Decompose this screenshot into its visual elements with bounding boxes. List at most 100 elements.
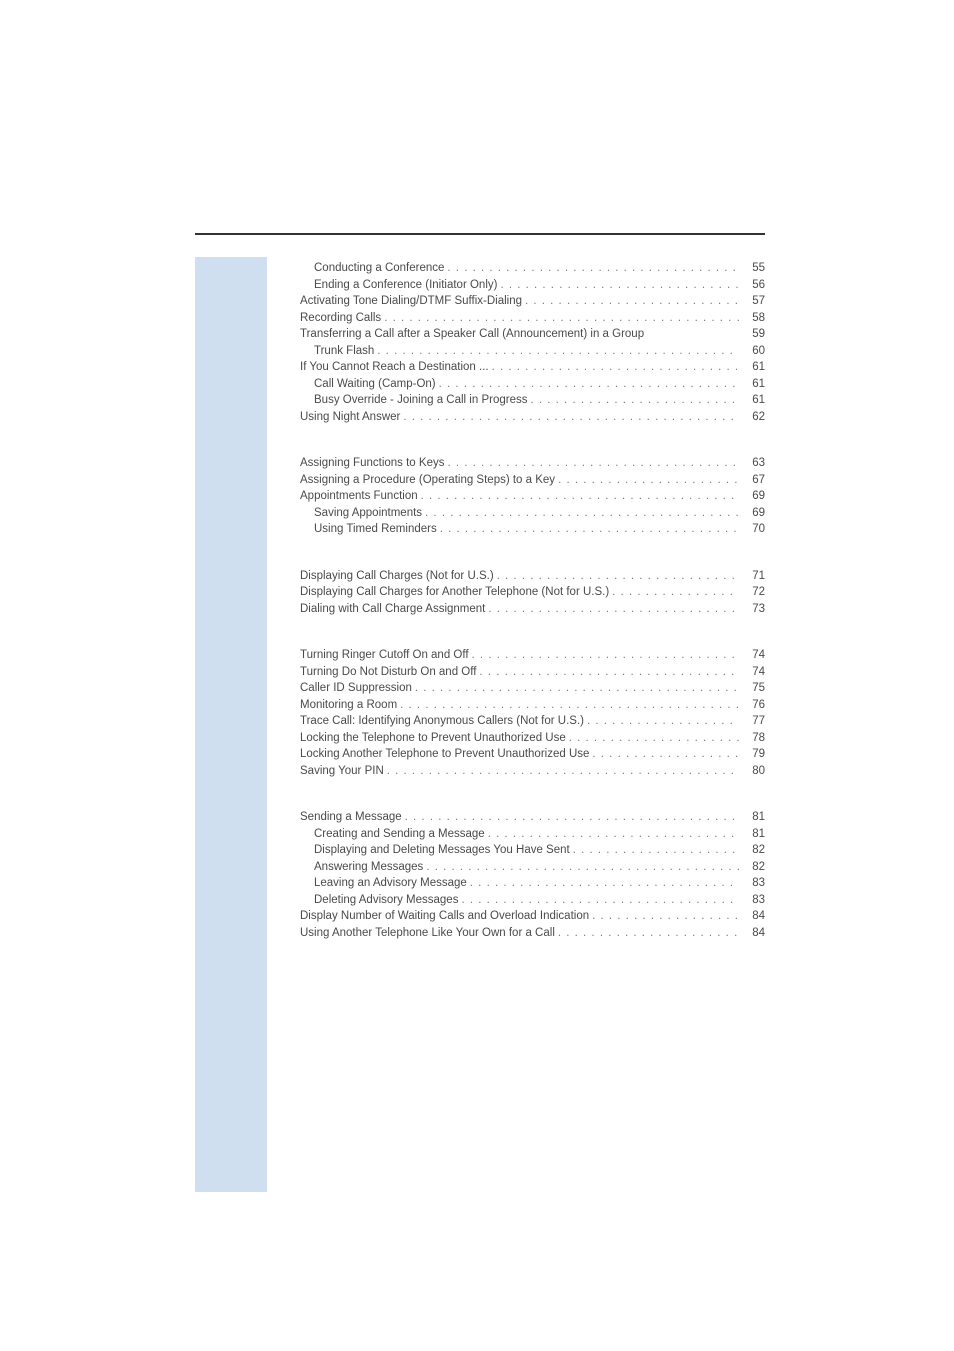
- toc-page-number: 78: [739, 730, 765, 747]
- toc-leader: . . . . . . . . . . . . . . . . . . . . …: [381, 310, 739, 327]
- toc-row[interactable]: Monitoring a Room. . . . . . . . . . . .…: [300, 697, 765, 714]
- toc-row[interactable]: Using Another Telephone Like Your Own fo…: [300, 925, 765, 942]
- toc-label: If You Cannot Reach a Destination ...: [300, 359, 489, 376]
- toc-leader: . . . . . . . . . . . . . . . . . . . . …: [444, 455, 739, 472]
- toc-row[interactable]: Assigning a Procedure (Operating Steps) …: [300, 472, 765, 489]
- header-rule: [195, 233, 765, 235]
- toc-label: Displaying Call Charges (Not for U.S.): [300, 568, 494, 585]
- toc-leader: . . . . . . . . . . . . . . . . . . . . …: [555, 925, 739, 942]
- toc-row[interactable]: Trunk Flash. . . . . . . . . . . . . . .…: [314, 343, 765, 360]
- toc-row[interactable]: Using Timed Reminders. . . . . . . . . .…: [314, 521, 765, 538]
- toc-leader: . . . . . . . . . . . . . . . . . . . . …: [402, 809, 739, 826]
- toc-leader: . . . . . . . . . . . . . . . . . . . . …: [589, 746, 739, 763]
- toc-row[interactable]: Caller ID Suppression. . . . . . . . . .…: [300, 680, 765, 697]
- toc-row[interactable]: Activating Tone Dialing/DTMF Suffix-Dial…: [300, 293, 765, 310]
- toc-leader: . . . . . . . . . . . . . . . . . . . . …: [522, 293, 739, 310]
- toc-leader: . . . . . . . . . . . . . . . . . . . . …: [527, 392, 739, 409]
- toc-leader: . . . . . . . . . . . . . . . . . . . . …: [423, 859, 739, 876]
- toc-row[interactable]: Transferring a Call after a Speaker Call…: [300, 326, 765, 343]
- toc-row[interactable]: Locking the Telephone to Prevent Unautho…: [300, 730, 765, 747]
- toc-label: Appointments Function: [300, 488, 418, 505]
- toc-label: Assigning a Procedure (Operating Steps) …: [300, 472, 555, 489]
- toc-label: Deleting Advisory Messages: [314, 892, 458, 909]
- toc-row[interactable]: Conducting a Conference. . . . . . . . .…: [314, 260, 765, 277]
- toc-leader: . . . . . . . . . . . . . . . . . . . . …: [485, 826, 739, 843]
- toc-section: Turning Ringer Cutoff On and Off. . . . …: [300, 647, 765, 779]
- toc-row[interactable]: Creating and Sending a Message. . . . . …: [314, 826, 765, 843]
- toc-row[interactable]: Turning Ringer Cutoff On and Off. . . . …: [300, 647, 765, 664]
- toc-content: Conducting a Conference. . . . . . . . .…: [300, 260, 765, 971]
- toc-page-number: 60: [739, 343, 765, 360]
- toc-page-number: 84: [739, 908, 765, 925]
- toc-leader: . . . . . . . . . . . . . . . . . . . . …: [412, 680, 739, 697]
- toc-page-number: 72: [739, 584, 765, 601]
- toc-row[interactable]: Displaying Call Charges (Not for U.S.). …: [300, 568, 765, 585]
- toc-row[interactable]: Sending a Message. . . . . . . . . . . .…: [300, 809, 765, 826]
- toc-row[interactable]: Assigning Functions to Keys. . . . . . .…: [300, 455, 765, 472]
- toc-label: Using Another Telephone Like Your Own fo…: [300, 925, 555, 942]
- toc-section: Assigning Functions to Keys. . . . . . .…: [300, 455, 765, 538]
- toc-row[interactable]: Turning Do Not Disturb On and Off. . . .…: [300, 664, 765, 681]
- toc-page-number: 62: [739, 409, 765, 426]
- toc-section: Conducting a Conference. . . . . . . . .…: [300, 260, 765, 425]
- toc-page-number: 69: [739, 505, 765, 522]
- toc-row[interactable]: Dialing with Call Charge Assignment. . .…: [300, 601, 765, 618]
- toc-label: Ending a Conference (Initiator Only): [314, 277, 497, 294]
- toc-page-number: 79: [739, 746, 765, 763]
- toc-row[interactable]: Leaving an Advisory Message. . . . . . .…: [314, 875, 765, 892]
- toc-row[interactable]: Appointments Function. . . . . . . . . .…: [300, 488, 765, 505]
- toc-label: Transferring a Call after a Speaker Call…: [300, 326, 644, 343]
- toc-page-number: 61: [739, 376, 765, 393]
- toc-leader: . . . . . . . . . . . . . . . . . . . . …: [384, 763, 739, 780]
- toc-page-number: 82: [739, 859, 765, 876]
- toc-leader: . . . . . . . . . . . . . . . . . . . . …: [476, 664, 739, 681]
- toc-row[interactable]: Locking Another Telephone to Prevent Una…: [300, 746, 765, 763]
- toc-label: Recording Calls: [300, 310, 381, 327]
- toc-page-number: 71: [739, 568, 765, 585]
- toc-page-number: 61: [739, 359, 765, 376]
- toc-page-number: 70: [739, 521, 765, 538]
- toc-row[interactable]: Call Waiting (Camp-On). . . . . . . . . …: [314, 376, 765, 393]
- toc-row[interactable]: Recording Calls. . . . . . . . . . . . .…: [300, 310, 765, 327]
- toc-row[interactable]: Saving Appointments. . . . . . . . . . .…: [314, 505, 765, 522]
- toc-leader: . . . . . . . . . . . . . . . . . . . . …: [494, 568, 739, 585]
- toc-page-number: 75: [739, 680, 765, 697]
- toc-leader: . . . . . . . . . . . . . . . . . . . . …: [485, 601, 739, 618]
- toc-label: Turning Ringer Cutoff On and Off: [300, 647, 469, 664]
- toc-label: Trunk Flash: [314, 343, 374, 360]
- toc-label: Display Number of Waiting Calls and Over…: [300, 908, 589, 925]
- toc-label: Answering Messages: [314, 859, 423, 876]
- toc-page-number: 83: [739, 892, 765, 909]
- toc-row[interactable]: Using Night Answer. . . . . . . . . . . …: [300, 409, 765, 426]
- toc-leader: . . . . . . . . . . . . . . . . . . . . …: [497, 277, 739, 294]
- toc-label: Turning Do Not Disturb On and Off: [300, 664, 476, 681]
- toc-leader: . . . . . . . . . . . . . . . . . . . . …: [555, 472, 739, 489]
- toc-page-number: 81: [739, 826, 765, 843]
- toc-leader: . . . . . . . . . . . . . . . . . . . . …: [467, 875, 739, 892]
- toc-row[interactable]: Trace Call: Identifying Anonymous Caller…: [300, 713, 765, 730]
- toc-leader: . . . . . . . . . . . . . . . . . . . . …: [584, 713, 739, 730]
- toc-page-number: 58: [739, 310, 765, 327]
- toc-page-number: 82: [739, 842, 765, 859]
- toc-label: Saving Your PIN: [300, 763, 384, 780]
- toc-page-number: 83: [739, 875, 765, 892]
- toc-label: Displaying Call Charges for Another Tele…: [300, 584, 609, 601]
- toc-label: Creating and Sending a Message: [314, 826, 485, 843]
- toc-leader: . . . . . . . . . . . . . . . . . . . . …: [469, 647, 739, 664]
- toc-label: Call Waiting (Camp-On): [314, 376, 436, 393]
- toc-leader: . . . . . . . . . . . . . . . . . . . . …: [436, 376, 739, 393]
- toc-row[interactable]: Displaying and Deleting Messages You Hav…: [314, 842, 765, 859]
- toc-leader: . . . . . . . . . . . . . . . . . . . . …: [444, 260, 739, 277]
- toc-row[interactable]: Deleting Advisory Messages. . . . . . . …: [314, 892, 765, 909]
- toc-row[interactable]: Display Number of Waiting Calls and Over…: [300, 908, 765, 925]
- toc-row[interactable]: If You Cannot Reach a Destination .... .…: [300, 359, 765, 376]
- toc-row[interactable]: Busy Override - Joining a Call in Progre…: [314, 392, 765, 409]
- toc-label: Saving Appointments: [314, 505, 422, 522]
- toc-page-number: 55: [739, 260, 765, 277]
- toc-row[interactable]: Answering Messages. . . . . . . . . . . …: [314, 859, 765, 876]
- toc-row[interactable]: Saving Your PIN. . . . . . . . . . . . .…: [300, 763, 765, 780]
- toc-leader: . . . . . . . . . . . . . . . . . . . . …: [489, 359, 739, 376]
- toc-row[interactable]: Displaying Call Charges for Another Tele…: [300, 584, 765, 601]
- toc-leader: . . . . . . . . . . . . . . . . . . . . …: [458, 892, 739, 909]
- toc-row[interactable]: Ending a Conference (Initiator Only). . …: [314, 277, 765, 294]
